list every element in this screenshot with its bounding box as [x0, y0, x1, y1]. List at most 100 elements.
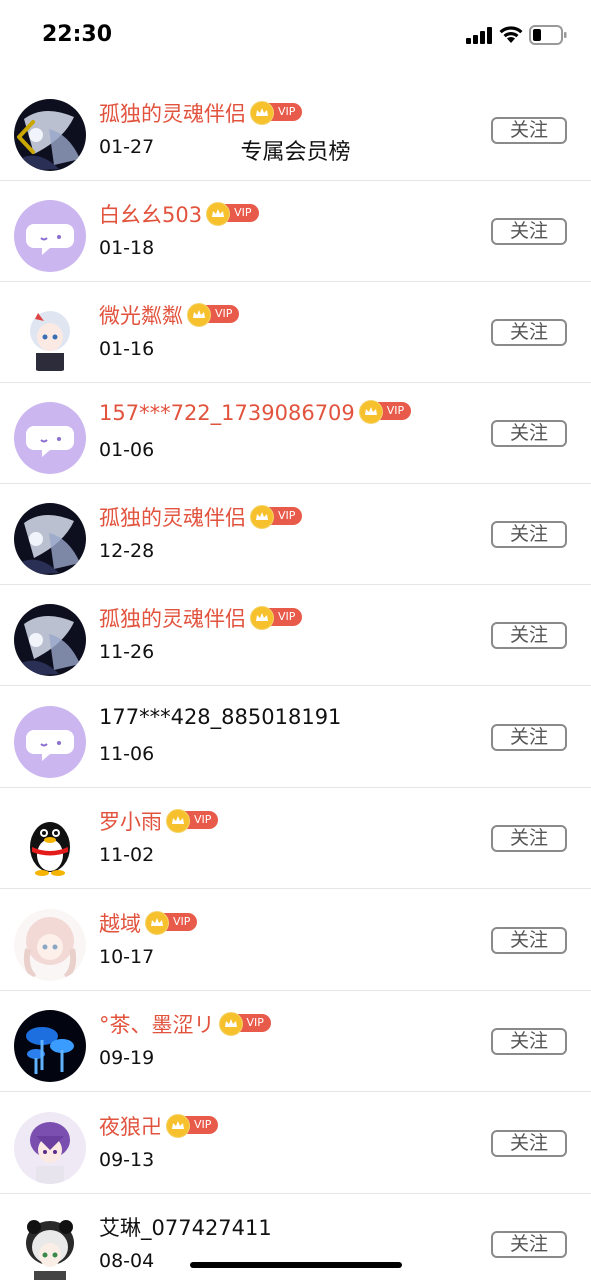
member-row[interactable]: 罗小雨 VIP 11-02 关注 — [0, 788, 591, 889]
status-time: 22:30 — [42, 22, 113, 47]
vip-badge-label: VIP — [278, 610, 296, 623]
avatar[interactable] — [14, 1112, 86, 1184]
vip-badge-label: VIP — [246, 1016, 264, 1029]
member-date: 09-19 — [99, 1047, 155, 1069]
vip-badge-label: VIP — [278, 509, 296, 522]
member-name[interactable]: 艾琳_077427411 — [99, 1212, 272, 1242]
member-row[interactable]: 越域 VIP 10-17 关注 — [0, 890, 591, 991]
vip-badge: VIP — [250, 505, 303, 529]
avatar[interactable] — [14, 1213, 86, 1280]
vip-badge: VIP — [250, 606, 303, 630]
member-name-text[interactable]: 孤独的灵魂伴侣 — [99, 506, 246, 530]
member-name[interactable]: 157***722_1739086709 VIP — [99, 400, 412, 425]
member-name-text[interactable]: 艾琳_077427411 — [99, 1216, 272, 1240]
member-name-text[interactable]: 越域 — [99, 912, 141, 936]
member-name-text[interactable]: 157***722_1739086709 — [99, 401, 355, 425]
crown-icon — [218, 1012, 243, 1036]
avatar[interactable] — [14, 1010, 86, 1082]
vip-badge: VIP — [166, 809, 219, 833]
member-name[interactable]: °茶、墨涩リ VIP — [99, 1009, 271, 1039]
avatar[interactable] — [14, 301, 86, 373]
member-name[interactable]: 177***428_885018191 — [99, 705, 341, 729]
member-name-text[interactable]: 孤独的灵魂伴侣 — [99, 607, 246, 631]
member-row[interactable]: 微光粼粼 VIP 01-16 关注 — [0, 282, 591, 383]
status-bar: 22:30 — [0, 0, 591, 66]
member-name[interactable]: 微光粼粼 VIP — [99, 300, 240, 330]
follow-button[interactable]: 关注 — [491, 1231, 567, 1258]
page-title: 专属会员榜 — [240, 140, 351, 165]
crown-icon — [358, 400, 383, 424]
follow-button[interactable]: 关注 — [491, 521, 567, 548]
member-row[interactable]: 177***428_885018191 11-06 关注 — [0, 687, 591, 788]
follow-button[interactable]: 关注 — [491, 724, 567, 751]
vip-badge: VIP — [218, 1012, 271, 1036]
member-date: 11-02 — [99, 844, 155, 866]
vip-badge: VIP — [206, 202, 259, 226]
follow-button[interactable]: 关注 — [491, 622, 567, 649]
member-date: 08-04 — [99, 1250, 155, 1272]
member-name[interactable]: 夜狼卍 VIP — [99, 1111, 219, 1141]
member-row[interactable]: 孤独的灵魂伴侣 VIP 12-28 关注 — [0, 484, 591, 585]
member-row[interactable]: 孤独的灵魂伴侣 VIP 11-26 关注 — [0, 585, 591, 686]
member-name-text[interactable]: 177***428_885018191 — [99, 705, 341, 729]
follow-button[interactable]: 关注 — [491, 927, 567, 954]
vip-badge: VIP — [358, 400, 412, 424]
nav-bar: 专属会员榜 — [0, 60, 591, 165]
home-indicator — [190, 1262, 402, 1268]
vip-badge: VIP — [145, 911, 198, 935]
member-name-text[interactable]: 白幺幺503 — [99, 203, 202, 227]
member-name[interactable]: 孤独的灵魂伴侣 VIP — [99, 603, 303, 633]
member-name[interactable]: 孤独的灵魂伴侣 VIP — [99, 502, 303, 532]
member-name-text[interactable]: 夜狼卍 — [99, 1115, 162, 1139]
battery-icon — [529, 25, 567, 45]
member-name[interactable]: 白幺幺503 VIP — [99, 199, 259, 229]
member-date: 12-28 — [99, 540, 155, 562]
member-name-text[interactable]: °茶、墨涩リ — [99, 1013, 215, 1037]
follow-button[interactable]: 关注 — [491, 1028, 567, 1055]
member-name[interactable]: 罗小雨 VIP — [99, 806, 219, 836]
crown-icon — [166, 809, 190, 833]
follow-button[interactable]: 关注 — [491, 319, 567, 346]
avatar[interactable] — [14, 402, 86, 474]
member-date: 10-17 — [99, 946, 155, 968]
follow-button[interactable]: 关注 — [491, 218, 567, 245]
member-row[interactable]: 白幺幺503 VIP 01-18 关注 — [0, 181, 591, 282]
wifi-icon — [499, 26, 523, 43]
crown-icon — [250, 606, 274, 630]
vip-badge: VIP — [187, 303, 240, 327]
avatar[interactable] — [14, 807, 86, 879]
follow-button[interactable]: 关注 — [491, 825, 567, 852]
crown-icon — [166, 1114, 190, 1138]
member-list[interactable]: 孤独的灵魂伴侣 VIP 01-27 关注 白幺幺503 VIP 01-18 关注 微光粼粼 VIP… — [0, 80, 591, 1280]
member-date: 01-18 — [99, 237, 155, 259]
follow-button[interactable]: 关注 — [491, 1130, 567, 1157]
vip-badge-label: VIP — [386, 404, 405, 417]
avatar[interactable] — [14, 909, 86, 981]
follow-button[interactable]: 关注 — [491, 420, 567, 447]
member-date: 01-16 — [99, 338, 155, 360]
vip-badge: VIP — [250, 101, 303, 125]
member-name-text[interactable]: 微光粼粼 — [99, 304, 183, 328]
cellular-signal-icon — [466, 27, 492, 44]
member-date: 11-26 — [99, 641, 155, 663]
crown-icon — [250, 505, 274, 529]
member-date: 01-06 — [99, 439, 155, 461]
vip-badge: VIP — [166, 1114, 219, 1138]
member-name[interactable]: 越域 VIP — [99, 908, 198, 938]
avatar[interactable] — [14, 200, 86, 272]
member-row[interactable]: 夜狼卍 VIP 09-13 关注 — [0, 1093, 591, 1194]
avatar[interactable] — [14, 604, 86, 676]
member-name-text[interactable]: 罗小雨 — [99, 810, 162, 834]
member-row[interactable]: 157***722_1739086709 VIP 01-06 关注 — [0, 383, 591, 484]
avatar[interactable] — [14, 503, 86, 575]
crown-icon — [206, 202, 231, 226]
member-row[interactable]: °茶、墨涩リ VIP 09-19 关注 — [0, 991, 591, 1092]
member-name-text[interactable]: 孤独的灵魂伴侣 — [99, 102, 246, 126]
vip-badge-label: VIP — [173, 915, 191, 928]
crown-icon — [250, 101, 274, 125]
crown-icon — [187, 303, 211, 327]
vip-badge-label: VIP — [234, 206, 252, 219]
member-date: 09-13 — [99, 1149, 155, 1171]
crown-icon — [145, 911, 169, 935]
avatar[interactable] — [14, 706, 86, 778]
